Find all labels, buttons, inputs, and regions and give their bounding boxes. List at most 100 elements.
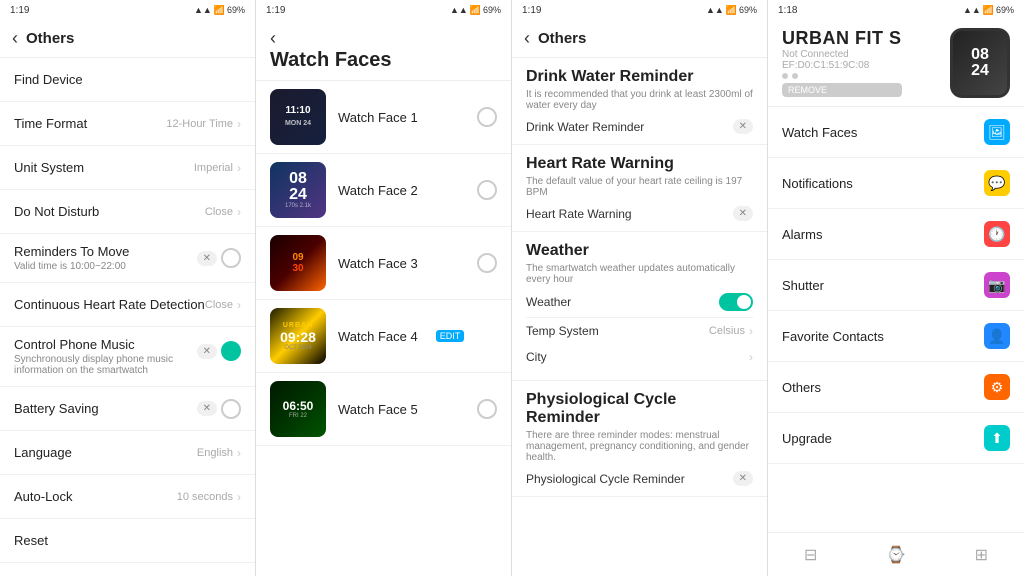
heart-rate-warning-toggle[interactable]: ✕ [733,206,753,221]
menu-time-format[interactable]: Time Format 12-Hour Time › [0,102,255,146]
weather-label: Weather [526,295,571,309]
app-menu-alarms[interactable]: Alarms 🕐 [768,209,1024,260]
menu-reminders-to-move[interactable]: Reminders To Move Valid time is 10:00~22… [0,234,255,283]
watch-face-name-1: Watch Face 1 [338,110,418,125]
device-status: Not Connected [782,49,902,60]
auto-lock-label: Auto-Lock [14,489,73,504]
remove-button[interactable]: REMOVE [782,83,902,97]
app-menu-watch-faces[interactable]: Watch Faces 🖼 [768,107,1024,158]
physiological-label: Physiological Cycle Reminder [526,472,685,486]
bottom-nav-watch[interactable]: ⌚ [866,533,926,576]
app-menu-label-watch-faces: Watch Faces [782,125,857,140]
watch-face-img-5: 06:50 FRI 22 [270,381,326,437]
menu-find-device[interactable]: Find Device [0,58,255,102]
unit-system-label: Unit System [14,160,84,175]
unit-system-right: Imperial › [194,161,241,175]
music-toggle[interactable] [221,341,241,361]
device-id: EF:D0:C1:51:9C:08 [782,60,902,71]
menu-heart-rate[interactable]: Continuous Heart Rate Detection Close › [0,283,255,327]
city-label: City [526,350,547,364]
profile-icon: ⊞ [975,545,988,565]
status-bar-4: 1:18 ▲▲ 📶 69% [768,0,1024,20]
battery-toggle[interactable]: ✕ [197,401,217,416]
watch-face-img-3: 09 30 [270,235,326,291]
app-menu-label-favorite-contacts: Favorite Contacts [782,329,884,344]
app-menu-upgrade[interactable]: Upgrade ⬆ [768,413,1024,464]
header-1: ‹ Others [0,20,255,58]
reminders-toggle[interactable]: ✕ [197,251,217,266]
upgrade-icon: ⬆ [984,425,1010,451]
quick-view-title: Quick View [0,563,255,576]
heart-rate-warning-desc: The default value of your heart rate cei… [526,176,753,198]
drink-water-title: Drink Water Reminder [526,68,753,86]
bottom-nav-home[interactable]: ⊟ [781,533,841,576]
panel3-content: Drink Water Reminder It is recommended t… [512,58,767,576]
bottom-nav-profile[interactable]: ⊞ [951,533,1011,576]
city-row[interactable]: City › [526,344,753,370]
drink-water-section: Drink Water Reminder It is recommended t… [512,58,767,145]
menu-control-music[interactable]: Control Phone Music Synchronously displa… [0,327,255,387]
weather-section: Weather The smartwatch weather updates a… [512,232,767,381]
music-right: ✕ [197,341,241,361]
reminders-radio[interactable] [221,248,241,268]
time-2: 1:19 [266,5,285,16]
device-info-left: URBAN FIT S Not Connected EF:D0:C1:51:9C… [782,28,902,97]
temp-system-row[interactable]: Temp System Celsius › [526,317,753,344]
app-menu-favorite-contacts[interactable]: Favorite Contacts 👤 [768,311,1024,362]
watch-face-item-1[interactable]: 11:10MON 24 Watch Face 1 [256,81,511,154]
status-bar-2: 1:19 ▲▲ 📶 69% [256,0,511,20]
menu-language[interactable]: Language English › [0,431,255,475]
home-icon: ⊟ [804,545,817,565]
watch-face-name-2: Watch Face 2 [338,183,418,198]
chevron-icon-6: › [237,490,241,504]
reminders-label: Reminders To Move [14,244,197,259]
watch-face-item-3[interactable]: 09 30 Watch Face 3 [256,227,511,300]
reminders-right: ✕ [197,248,241,268]
time-format-label: Time Format [14,116,87,131]
battery-radio[interactable] [221,399,241,419]
music-x[interactable]: ✕ [197,344,217,359]
drink-water-toggle[interactable]: ✕ [733,119,753,134]
favorite-contacts-icon: 👤 [984,323,1010,349]
back-button-2[interactable]: ‹ [270,28,276,48]
time-format-value: 12-Hour Time [166,118,233,130]
watch-face-radio-1[interactable] [477,107,497,127]
dot-icon-2 [792,73,798,79]
app-menu-others[interactable]: Others ⚙ [768,362,1024,413]
back-button-1[interactable]: ‹ [12,28,18,49]
heart-rate-warning-label: Heart Rate Warning [526,207,632,221]
watch-face-item-2[interactable]: 08 24 170s 2.1k Watch Face 2 [256,154,511,227]
physiological-toggle[interactable]: ✕ [733,471,753,486]
status-bar-1: 1:19 ▲▲ 📶 69% [0,0,255,20]
chevron-icon-3: › [237,205,241,219]
chevron-icon-5: › [237,446,241,460]
drink-water-row: Drink Water Reminder ✕ [526,119,753,134]
music-sublabel: Synchronously display phone music inform… [14,354,197,376]
watch-face-item-5[interactable]: 06:50 FRI 22 Watch Face 5 [256,373,511,446]
alarms-icon: 🕐 [984,221,1010,247]
back-button-3[interactable]: ‹ [524,28,530,49]
unit-system-value: Imperial [194,162,233,174]
watch-face-radio-2[interactable] [477,180,497,200]
dnd-label: Do Not Disturb [14,204,99,219]
chevron-icon-4: › [237,298,241,312]
menu-unit-system[interactable]: Unit System Imperial › [0,146,255,190]
app-menu-shutter[interactable]: Shutter 📷 [768,260,1024,311]
menu-do-not-disturb[interactable]: Do Not Disturb Close › [0,190,255,234]
reset-label: Reset [14,533,48,548]
menu-auto-lock[interactable]: Auto-Lock 10 seconds › [0,475,255,519]
watch-face-radio-5[interactable] [477,399,497,419]
watch-face-item-4[interactable]: URBAN 09:28 OCT 2024 Watch Face 4 EDIT [256,300,511,373]
weather-title: Weather [526,242,753,260]
app-menu-notifications[interactable]: Notifications 💬 [768,158,1024,209]
watch-face-radio-3[interactable] [477,253,497,273]
menu-battery-saving[interactable]: Battery Saving ✕ [0,387,255,431]
watch-face-name-3: Watch Face 3 [338,256,418,271]
edit-badge[interactable]: EDIT [436,330,465,342]
weather-toggle[interactable] [719,293,753,311]
physiological-section: Physiological Cycle Reminder There are t… [512,381,767,497]
heart-rate-warning-section: Heart Rate Warning The default value of … [512,145,767,232]
heart-rate-right: Close › [205,298,241,312]
menu-reset[interactable]: Reset [0,519,255,563]
watch-face-list: 11:10MON 24 Watch Face 1 08 24 170s 2.1k… [256,81,511,576]
